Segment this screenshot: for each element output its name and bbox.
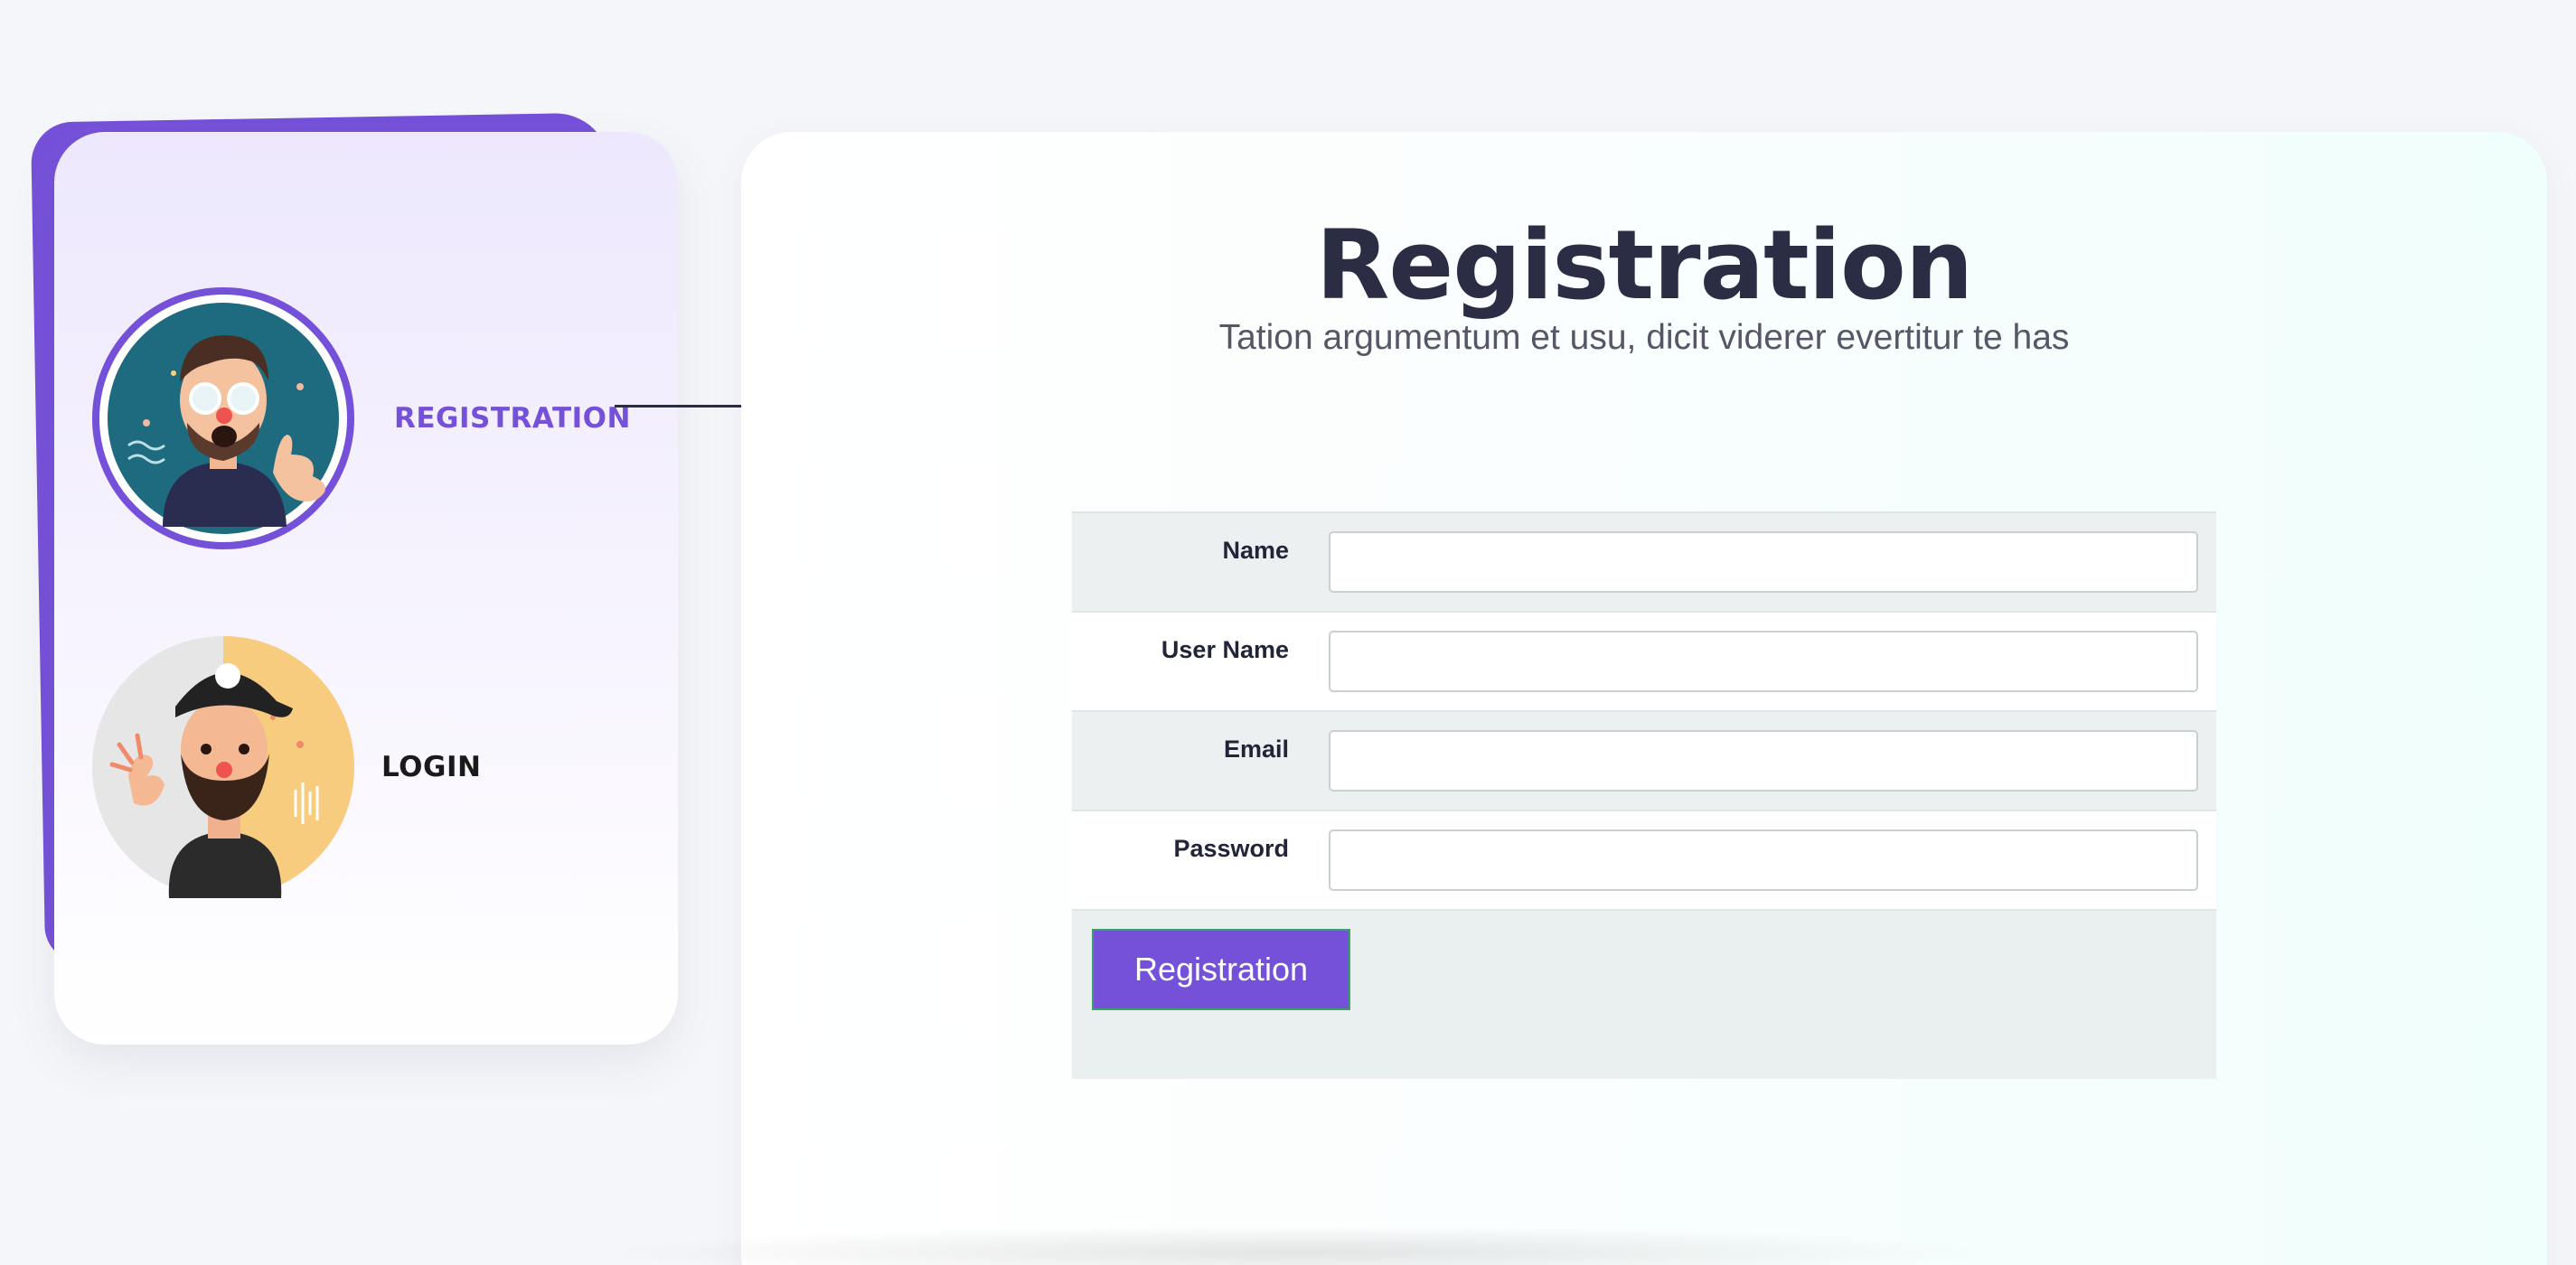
registration-submit-button[interactable]: Registration	[1092, 929, 1350, 1010]
form-row-email: Email	[1072, 712, 2216, 811]
username-input[interactable]	[1329, 631, 2198, 692]
bottom-shadow	[597, 1225, 2007, 1265]
form-row-username: User Name	[1072, 613, 2216, 712]
password-label: Password	[1173, 835, 1289, 862]
form-row-password: Password	[1072, 811, 2216, 911]
nav-item-label: REGISTRATION	[394, 402, 631, 435]
name-input[interactable]	[1329, 531, 2198, 593]
nav-item-login[interactable]: LOGIN	[92, 636, 481, 898]
page-subtitle: Tation argumentum et usu, dicit viderer …	[1218, 318, 2070, 357]
avatar-glasses-man-icon	[92, 287, 354, 549]
form-row-name: Name	[1072, 513, 2216, 613]
page-title: Registration	[1315, 210, 1974, 321]
main-panel: Registration Tation argumentum et usu, d…	[741, 132, 2547, 1265]
form-actions: Registration	[1072, 911, 2216, 1079]
email-input[interactable]	[1329, 730, 2198, 792]
avatar-bearded-man-icon	[92, 636, 354, 898]
nav-card: REGISTRATION LOGIN	[54, 132, 678, 1045]
nav-item-label: LOGIN	[381, 751, 482, 783]
registration-form: Name User Name Email Password Registrati…	[1072, 511, 2216, 1079]
nav-item-registration[interactable]: REGISTRATION	[92, 287, 631, 549]
email-label: Email	[1223, 736, 1289, 763]
username-label: User Name	[1161, 636, 1289, 663]
password-input[interactable]	[1329, 829, 2198, 891]
name-label: Name	[1222, 537, 1289, 564]
